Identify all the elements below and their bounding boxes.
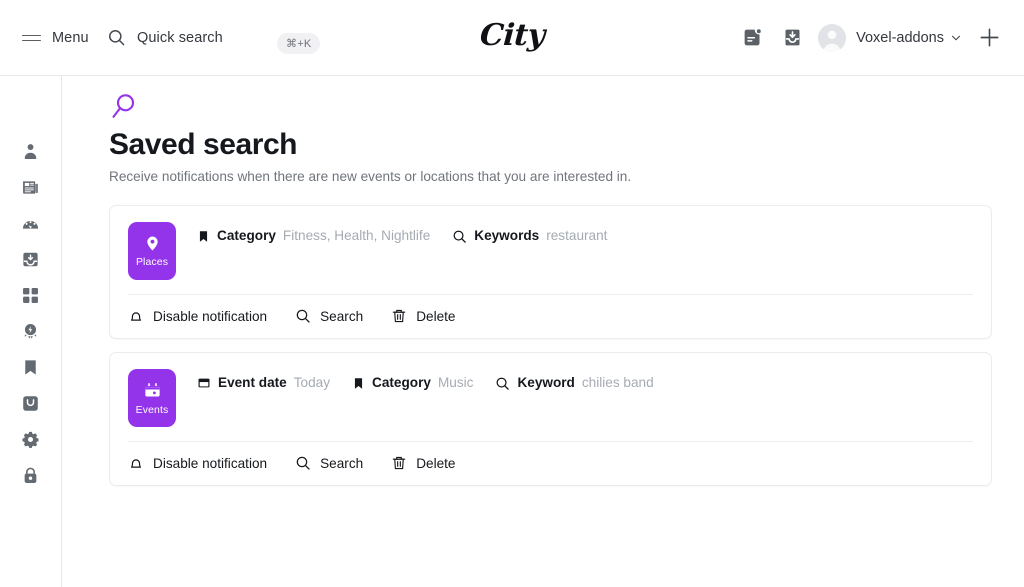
- avatar[interactable]: [818, 23, 847, 52]
- filter-label: Category: [372, 375, 431, 390]
- user-name-label: Voxel-addons: [856, 29, 944, 46]
- map-pin-icon: [144, 235, 161, 252]
- plus-icon: [978, 26, 1001, 49]
- action-label: Search: [320, 455, 364, 471]
- search-icon: [452, 229, 467, 244]
- filter-list: Event date Today Category Music Keyword …: [197, 369, 654, 393]
- action-label: Disable notification: [153, 455, 268, 471]
- filter-value: Music: [437, 375, 474, 390]
- avatar-icon: [818, 23, 847, 52]
- hamburger-icon: [22, 32, 41, 44]
- notifications-button[interactable]: [732, 18, 772, 58]
- filter-value: Today: [293, 375, 331, 390]
- card-actions: Disable notification Search Delete: [128, 441, 973, 485]
- filter-value: chilies band: [581, 375, 654, 390]
- trash-icon: [391, 308, 407, 324]
- delete-button[interactable]: Delete: [391, 308, 455, 324]
- filter-item: Category Fitness, Health, Nightlife: [197, 226, 430, 246]
- filter-label: Keyword: [517, 375, 575, 390]
- bell-icon: [128, 455, 144, 471]
- bell-icon: [128, 308, 144, 324]
- bookmark-icon: [197, 230, 210, 243]
- sidebar-item-apps[interactable]: [16, 286, 46, 304]
- sidebar: [0, 76, 62, 587]
- chevron-down-icon: [950, 32, 962, 44]
- filter-item: Keyword chilies band: [495, 373, 654, 393]
- brand-logo-text: City: [478, 18, 546, 53]
- user-menu-button[interactable]: Voxel-addons: [856, 30, 962, 46]
- sidebar-item-inbox[interactable]: [16, 250, 46, 268]
- search-button[interactable]: Search: [295, 455, 363, 471]
- gear-icon: [21, 430, 40, 449]
- search-icon: [295, 455, 311, 471]
- sidebar-item-saved[interactable]: [16, 358, 46, 376]
- sidebar-item-security[interactable]: [16, 466, 46, 484]
- action-label: Search: [320, 308, 364, 324]
- menu-button[interactable]: Menu: [22, 30, 89, 46]
- sidebar-item-news[interactable]: [16, 178, 46, 196]
- gauge-icon: [21, 214, 40, 233]
- main-content: Saved search Receive notifications when …: [62, 76, 1024, 587]
- inbox-download-icon: [782, 27, 803, 48]
- menu-label: Menu: [52, 29, 89, 46]
- disable-notification-button[interactable]: Disable notification: [128, 308, 267, 324]
- award-bolt-icon: [21, 322, 40, 341]
- sidebar-item-promotion[interactable]: [16, 322, 46, 340]
- search-button[interactable]: Search: [295, 308, 363, 324]
- filter-item: Event date Today: [197, 373, 330, 393]
- saved-search-type-badge[interactable]: Places: [128, 222, 176, 280]
- bookmark-icon: [21, 358, 40, 377]
- card-actions: Disable notification Search Delete: [128, 294, 973, 338]
- bag-icon: [21, 394, 40, 413]
- notification-card-icon: [742, 27, 763, 48]
- page-title: Saved search: [109, 128, 298, 161]
- filter-label: Category: [217, 228, 276, 243]
- filter-item: Keywords restaurant: [452, 226, 607, 246]
- filter-value: Fitness, Health, Nightlife: [282, 228, 431, 243]
- calendar-icon: [197, 376, 211, 390]
- sidebar-item-settings[interactable]: [16, 430, 46, 448]
- action-label: Delete: [416, 455, 456, 471]
- sidebar-item-orders[interactable]: [16, 394, 46, 412]
- page-header-icon: [109, 91, 992, 121]
- saved-search-type-badge[interactable]: Events: [128, 369, 176, 427]
- action-label: Delete: [416, 308, 456, 324]
- delete-button[interactable]: Delete: [391, 455, 455, 471]
- filter-value: restaurant: [546, 228, 608, 243]
- top-bar: Menu Quick search ⌘+K City Voxel-addons: [0, 0, 1024, 76]
- bookmark-icon: [352, 377, 365, 390]
- inbox-icon: [21, 250, 40, 269]
- card-body: Events Event date Today Category Music K…: [110, 353, 991, 441]
- badge-label: Places: [135, 255, 169, 268]
- filter-list: Category Fitness, Health, Nightlife Keyw…: [197, 222, 607, 246]
- search-icon: [495, 376, 510, 391]
- person-icon: [21, 142, 40, 161]
- inbox-button[interactable]: [772, 18, 812, 58]
- filter-item: Category Music: [352, 373, 473, 393]
- badge-label: Events: [135, 403, 169, 416]
- quick-search-button[interactable]: Quick search: [107, 28, 223, 47]
- search-icon: [295, 308, 311, 324]
- card-body: Places Category Fitness, Health, Nightli…: [110, 206, 991, 294]
- add-button[interactable]: [968, 17, 1010, 59]
- disable-notification-button[interactable]: Disable notification: [128, 455, 267, 471]
- sidebar-item-dashboard[interactable]: [16, 214, 46, 232]
- lock-icon: [21, 466, 40, 485]
- action-label: Disable notification: [153, 308, 268, 324]
- keyboard-shortcut-badge: ⌘+K: [277, 33, 321, 54]
- calendar-icon: [143, 381, 162, 400]
- search-icon: [107, 28, 126, 47]
- newspaper-icon: [21, 178, 40, 197]
- grid-icon: [21, 286, 40, 305]
- top-bar-right-actions: Voxel-addons: [732, 17, 1010, 59]
- quick-search-label: Quick search: [137, 29, 223, 46]
- sidebar-item-profile[interactable]: [16, 142, 46, 160]
- filter-label: Event date: [218, 375, 287, 390]
- saved-search-card: Places Category Fitness, Health, Nightli…: [109, 205, 992, 339]
- saved-search-card: Events Event date Today Category Music K…: [109, 352, 992, 486]
- trash-icon: [391, 455, 407, 471]
- filter-label: Keywords: [474, 228, 540, 243]
- page-subtitle: Receive notifications when there are new…: [109, 169, 632, 184]
